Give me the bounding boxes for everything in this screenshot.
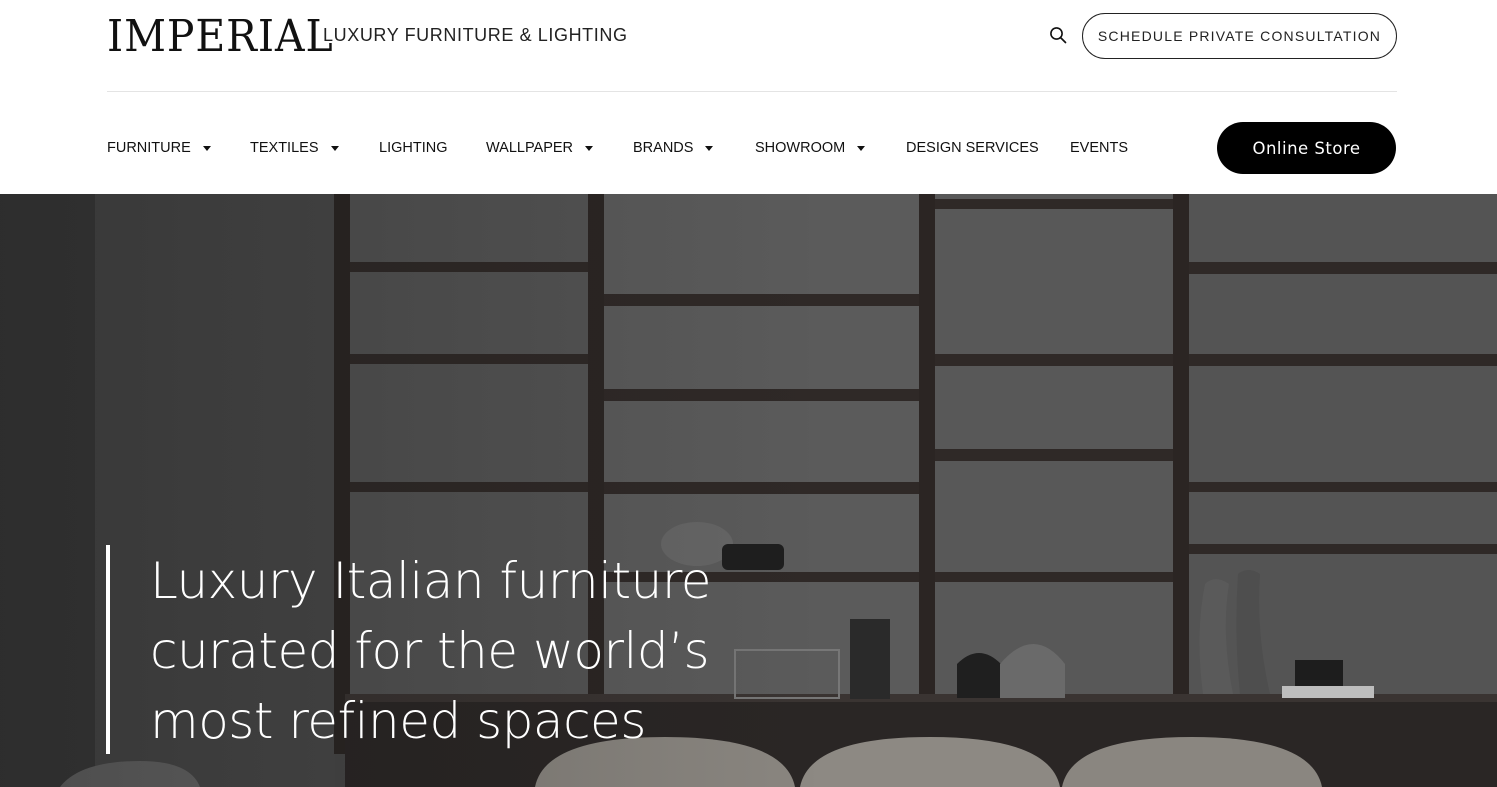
nav-item-label: LIGHTING <box>379 140 448 156</box>
nav-item-wallpaper[interactable]: WALLPAPER <box>486 122 594 174</box>
site-tagline: LUXURY FURNITURE & LIGHTING <box>323 25 628 45</box>
nav-item-label: EVENTS <box>1070 140 1129 156</box>
caret-down-icon <box>585 146 594 151</box>
nav-item-brands[interactable]: BRANDS <box>633 122 714 174</box>
nav-item-label: WALLPAPER <box>486 140 574 156</box>
nav-item-furniture[interactable]: FURNITURE <box>107 122 211 174</box>
caret-down-icon <box>857 146 866 151</box>
nav-item-showroom[interactable]: SHOWROOM <box>755 122 866 174</box>
nav-item-label: FURNITURE <box>107 140 191 156</box>
caret-down-icon <box>202 146 211 151</box>
top-header: IMPERIAL LUXURY FURNITURE & LIGHTING SCH… <box>107 0 1397 92</box>
nav-item-label: BRANDS <box>633 140 694 156</box>
search-button[interactable] <box>1047 24 1069 46</box>
nav-item-label: TEXTILES <box>250 140 319 156</box>
logo-wordmark: IMPERIAL <box>107 11 334 62</box>
nav-item-label: DESIGN SERVICES <box>906 140 1039 156</box>
nav-item-lighting[interactable]: LIGHTING <box>379 122 447 174</box>
hero-title-line: curated for the world’s <box>150 622 710 680</box>
online-store-button[interactable]: Online Store <box>1217 122 1396 174</box>
nav-item-label: SHOWROOM <box>755 140 846 156</box>
search-icon <box>1050 27 1067 44</box>
hero-title-line: Luxury Italian furniture <box>150 552 712 610</box>
hero-banner: Luxury Italian furniture curated for the… <box>0 194 1497 787</box>
main-nav: FURNITURE TEXTILES LIGHTING WALLPAPER BR… <box>107 122 1397 174</box>
site-logo[interactable]: IMPERIAL <box>107 12 351 60</box>
caret-down-icon <box>330 146 339 151</box>
nav-item-design-services[interactable]: DESIGN SERVICES <box>906 122 1039 174</box>
hero-title: Luxury Italian furniture curated for the… <box>150 546 770 756</box>
nav-item-events[interactable]: EVENTS <box>1070 122 1128 174</box>
schedule-consultation-button[interactable]: SCHEDULE PRIVATE CONSULTATION <box>1082 13 1397 59</box>
hero-accent-bar <box>106 545 110 754</box>
hero-title-line: most refined spaces <box>150 692 646 750</box>
caret-down-icon <box>705 146 714 151</box>
nav-item-textiles[interactable]: TEXTILES <box>250 122 339 174</box>
